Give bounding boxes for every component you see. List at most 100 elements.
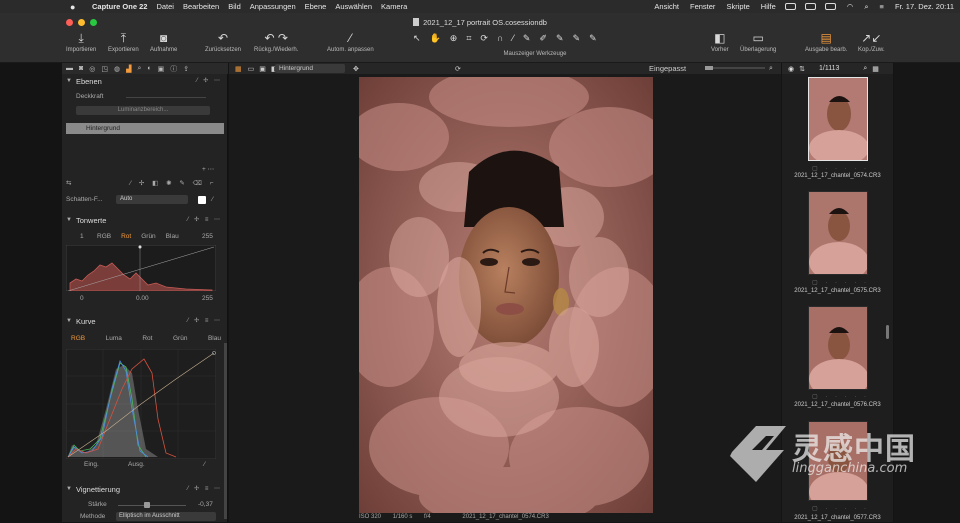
- rotate-tool-icon[interactable]: ⟳: [480, 33, 488, 44]
- picker-tool-icon[interactable]: ⁄: [512, 33, 514, 44]
- browser-scrollbar[interactable]: [886, 325, 889, 339]
- section-kurve[interactable]: ▼ Kurve ⁄ ✢ ≡ ⋯: [62, 315, 228, 327]
- undo-redo-button[interactable]: ↶ ↷ Rückg./Wiederh.: [254, 31, 298, 53]
- zoom-search-icon[interactable]: ⌕: [769, 65, 773, 73]
- rating-stars[interactable]: ▢ · · · · ·: [812, 279, 869, 286]
- clock[interactable]: Fr. 17. Dez. 20:11: [895, 2, 954, 11]
- wifi-icon[interactable]: ◠: [847, 2, 854, 11]
- crop-tool-icon[interactable]: ⌗: [466, 33, 471, 44]
- levels-tab-rot[interactable]: Rot: [116, 233, 136, 240]
- rating-stars[interactable]: ▢ · · · · ·: [812, 505, 869, 512]
- browser-view-icon[interactable]: ▦: [872, 65, 879, 73]
- adjust-tab-icon[interactable]: ▟: [126, 65, 131, 73]
- section-vignettierung[interactable]: ▼ Vignettierung ⁄ ✢ ≡ ⋯: [62, 483, 228, 495]
- single-view-icon[interactable]: ▭: [248, 65, 255, 73]
- copy-apply-button[interactable]: ↗↙ Kop./Zuw.: [858, 31, 885, 53]
- import-button[interactable]: ⤓ Importieren: [66, 31, 96, 53]
- control-center-icon[interactable]: ≡: [880, 2, 884, 11]
- menu-ansicht[interactable]: Ansicht: [654, 2, 679, 11]
- menu-app[interactable]: Capture One 22: [92, 2, 147, 11]
- curve-tab-rot[interactable]: Rot: [137, 335, 157, 342]
- section-tools-icon[interactable]: ⁄ ✢ ≡ ⋯: [187, 485, 222, 492]
- output-tab-icon[interactable]: ⇪: [183, 65, 189, 73]
- before-button[interactable]: ◧ Vorher: [711, 31, 729, 53]
- levels-tab-rgb[interactable]: RGB: [92, 233, 116, 240]
- layer-background[interactable]: Hintergrund: [66, 123, 224, 134]
- pan-tool-icon[interactable]: ✋: [430, 33, 441, 44]
- capture-button[interactable]: ◙ Aufnahme: [150, 31, 177, 53]
- menu-bearbeiten[interactable]: Bearbeiten: [183, 2, 219, 11]
- vignette-strength-slider[interactable]: [118, 505, 186, 506]
- refresh-icon[interactable]: ⟳: [455, 65, 461, 73]
- status-icon[interactable]: [784, 3, 796, 10]
- exposure-tab-icon[interactable]: ◍: [114, 65, 120, 73]
- capture-tab-icon[interactable]: ◙: [79, 65, 83, 72]
- eyedropper-icon[interactable]: ⁄: [212, 196, 213, 203]
- section-tools-icon[interactable]: ⁄ ✢ ⋯: [197, 77, 222, 84]
- info-tab-icon[interactable]: ⓘ: [170, 64, 177, 74]
- curve-tab-gruen[interactable]: Grün: [168, 335, 192, 342]
- curve-picker-icon[interactable]: ⁄: [204, 461, 205, 468]
- levels-tab-blau[interactable]: Blau: [161, 233, 184, 240]
- curve-graph[interactable]: [66, 349, 216, 459]
- thumbnail[interactable]: [808, 191, 868, 275]
- color-tab-icon[interactable]: ◐: [147, 65, 151, 72]
- overlay-button[interactable]: ▭ Überlagerung: [740, 31, 776, 53]
- curve-tab-luma[interactable]: Luma: [101, 335, 127, 342]
- section-tonwerte[interactable]: ▼ Tonwerte ⁄ ✢ ≡ ⋯: [62, 214, 228, 226]
- curve-tab-blau[interactable]: Blau: [203, 335, 226, 342]
- menu-fenster[interactable]: Fenster: [690, 2, 715, 11]
- annotate-tool-icon[interactable]: ✎: [589, 33, 597, 44]
- shadow-select[interactable]: Auto: [116, 195, 188, 204]
- layer-select[interactable]: Hintergrund: [275, 64, 345, 73]
- section-tools-icon[interactable]: ⁄ ✢ ≡ ⋯: [187, 317, 222, 324]
- menu-skripte[interactable]: Skripte: [726, 2, 749, 11]
- lens-tab-icon[interactable]: ◎: [89, 65, 95, 73]
- thumbnail[interactable]: [808, 77, 868, 161]
- levels-histogram[interactable]: [66, 245, 216, 291]
- clone-tool-icon[interactable]: ✎: [573, 33, 581, 44]
- rating-stars[interactable]: ▢ · · · · ·: [812, 393, 869, 400]
- thumbnail[interactable]: [808, 306, 868, 390]
- levels-tab-gruen[interactable]: Grün: [136, 233, 160, 240]
- details-tab-icon[interactable]: ⌕: [137, 65, 141, 73]
- apple-menu-icon[interactable]: ●: [70, 2, 82, 12]
- section-tools-icon[interactable]: ⁄ ✢ ≡ ⋯: [187, 216, 222, 223]
- zoom-slider-handle[interactable]: [705, 66, 713, 70]
- library-tab-icon[interactable]: ▬: [66, 65, 73, 72]
- add-layer-icon[interactable]: + ⋯: [202, 165, 226, 173]
- output-edit-button[interactable]: ▤ Ausgabe bearb.: [805, 31, 847, 53]
- spotlight-icon[interactable]: ⌕: [864, 2, 868, 12]
- luminance-range-button[interactable]: Luminanzbereich...: [76, 106, 210, 115]
- select-tool-icon[interactable]: ↖: [413, 33, 421, 44]
- multi-view-icon[interactable]: ▣: [259, 65, 266, 73]
- brush-tool-icon[interactable]: ✎: [523, 33, 531, 44]
- main-photo[interactable]: [359, 77, 653, 513]
- move-icon[interactable]: ✥: [353, 65, 359, 73]
- erase-tool-icon[interactable]: ✐: [539, 33, 547, 44]
- mask-tools-icons[interactable]: ⁄ ✢ ◧ ✺ ✎ ⌫ ⌐: [130, 179, 216, 187]
- swap-icon[interactable]: ⇆: [66, 180, 71, 187]
- curve-tab-rgb[interactable]: RGB: [66, 335, 90, 342]
- vignette-method-select[interactable]: Elliptisch im Ausschnitt: [116, 512, 216, 521]
- panel-scrollbar[interactable]: [224, 343, 227, 519]
- menu-ebene[interactable]: Ebene: [305, 2, 327, 11]
- menu-datei[interactable]: Datei: [156, 2, 174, 11]
- zoom-tool-icon[interactable]: ⊕: [450, 33, 458, 44]
- eye-icon[interactable]: ◉: [788, 65, 794, 73]
- auto-adjust-button[interactable]: ⁄ Autom. anpassen: [327, 31, 374, 53]
- reset-button[interactable]: ↶ Zurücksetzen: [205, 31, 241, 53]
- export-button[interactable]: ⤒ Exportieren: [108, 31, 139, 53]
- sort-icon[interactable]: ⇅: [799, 65, 805, 73]
- menu-anpassungen[interactable]: Anpassungen: [250, 2, 296, 11]
- status-icon[interactable]: [804, 3, 816, 10]
- grid-view-icon[interactable]: ▦: [235, 65, 242, 73]
- slider-handle[interactable]: [144, 502, 150, 508]
- rating-stars[interactable]: ▢ · · · · ·: [812, 165, 869, 172]
- menu-kamera[interactable]: Kamera: [381, 2, 407, 11]
- zoom-slider[interactable]: [705, 67, 765, 69]
- menu-auswaehlen[interactable]: Auswählen: [335, 2, 372, 11]
- battery-icon[interactable]: [824, 3, 836, 10]
- color-swatch[interactable]: [198, 196, 206, 204]
- keystone-tool-icon[interactable]: ∩: [497, 33, 503, 44]
